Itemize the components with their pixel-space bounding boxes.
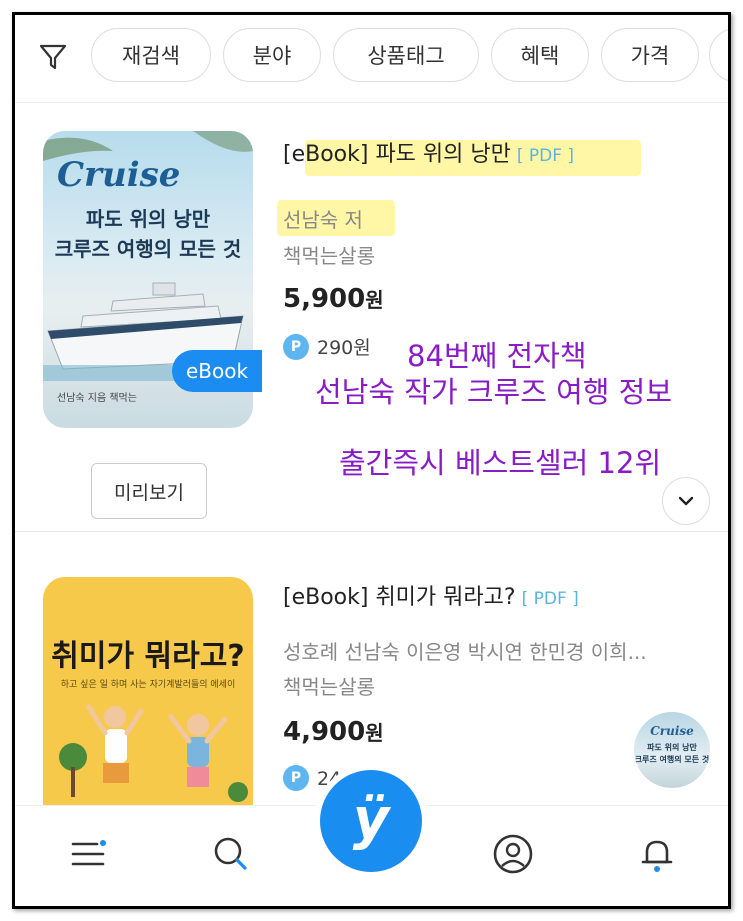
chevron-down-icon [678, 496, 694, 506]
filter-icon[interactable] [37, 41, 69, 73]
price-value: 4,900 [283, 717, 366, 747]
home-fab-button[interactable]: ÿ [320, 770, 422, 872]
floating-recent-thumbnail[interactable]: Cruise 파도 위의 낭만 크루즈 여행의 모든 것 [634, 712, 710, 788]
product-author[interactable]: 성호례 선남숙 이은영 박시연 한민경 이희... [283, 636, 703, 665]
cover-title: 취미가 뭐라고? [51, 639, 245, 674]
preview-button[interactable]: 미리보기 [91, 463, 207, 519]
filter-bar: 재검색 분야 상품태그 혜택 가격 [15, 15, 728, 103]
point-icon: P [283, 764, 309, 791]
annotation-line2: 선남숙 작가 크루즈 여행 정보 [315, 375, 673, 409]
format-tag: [ PDF ] [516, 146, 575, 166]
price-unit: 원 [365, 288, 384, 312]
ebook-badge: eBook [172, 350, 262, 392]
product-price: 5,900원 [283, 284, 384, 314]
product-publisher[interactable]: 책먹는살롱 [283, 240, 375, 269]
filter-chip-benefit[interactable]: 혜택 [491, 28, 589, 82]
product-title[interactable]: [eBook] 파도 위의 낭만[ PDF ] [283, 136, 574, 168]
app-screen: 재검색 분야 상품태그 혜택 가격 Cruise 파도 위의 낭만 크루즈 여행… [12, 12, 731, 909]
cover-subtitle: 하고 싶은 일 하며 사는 자기계발러들의 에세이 [60, 680, 236, 690]
bell-icon[interactable] [635, 832, 679, 876]
filter-chip-price[interactable]: 가격 [601, 28, 699, 82]
mini-thumb-line1: 파도 위의 낭만 [647, 743, 697, 752]
filter-chip-more[interactable] [709, 28, 728, 82]
brand-logo-icon: ÿ [352, 786, 390, 852]
product-card[interactable]: 취미가 뭐라고? 하고 싶은 일 하며 사는 자기계발러들의 에세이 [eBoo… [15, 533, 728, 874]
menu-icon[interactable] [67, 832, 111, 876]
filter-chip-category[interactable]: 분야 [223, 28, 321, 82]
cover-title-line1: 파도 위의 낭만 [85, 207, 211, 231]
filter-chip-product-tag[interactable]: 상품태그 [333, 28, 479, 82]
price-value: 5,900 [283, 284, 366, 314]
product-title-text[interactable]: [eBook] 취미가 뭐라고? [283, 585, 516, 610]
filter-chip-research[interactable]: 재검색 [91, 28, 211, 82]
cover-author-line: 선남숙 지음 책먹는 [57, 393, 137, 404]
product-author[interactable]: 선남숙 저 [283, 204, 363, 233]
price-unit: 원 [365, 721, 384, 745]
cover-script-title: Cruise [57, 155, 181, 195]
mini-thumb-script: Cruise [650, 724, 694, 738]
profile-icon[interactable] [491, 832, 535, 876]
annotation-line3: 출간즉시 베스트셀러 12위 [339, 446, 662, 480]
point-icon: P [283, 333, 309, 360]
reward-points: P 290원 [283, 333, 371, 360]
product-title-text[interactable]: [eBook] 파도 위의 낭만 [283, 142, 511, 167]
expand-button[interactable] [662, 477, 710, 525]
cover-title-line2: 크루즈 여행의 모든 것 [54, 237, 242, 261]
product-price: 4,900원 [283, 717, 384, 747]
search-icon[interactable] [209, 832, 253, 876]
format-tag: [ PDF ] [521, 589, 579, 609]
points-value: 290원 [317, 337, 371, 359]
mini-thumb-line2: 크루즈 여행의 모든 것 [634, 755, 710, 764]
product-publisher[interactable]: 책먹는살롱 [283, 671, 375, 700]
product-title[interactable]: [eBook] 취미가 뭐라고?[ PDF ] [283, 579, 579, 611]
